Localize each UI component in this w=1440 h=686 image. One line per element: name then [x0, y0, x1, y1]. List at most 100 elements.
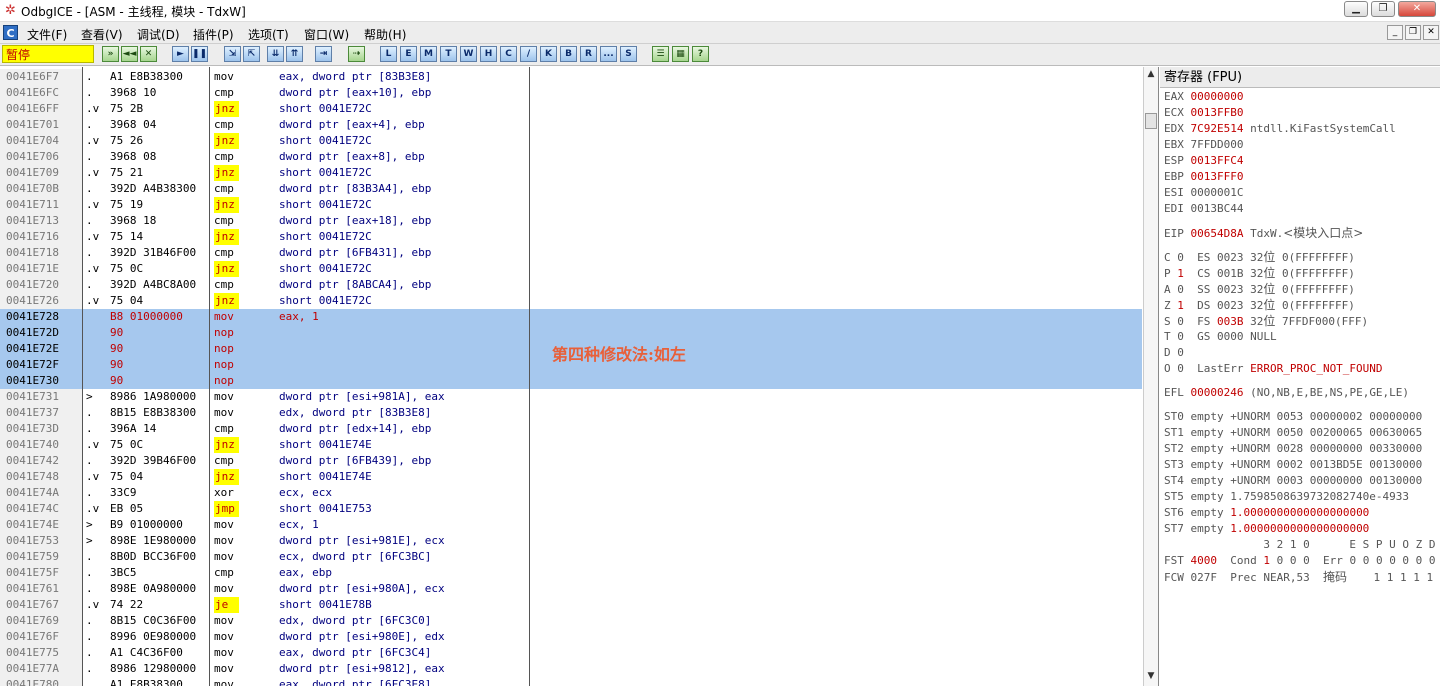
asm-row[interactable]: 0041E704 .v 75 26 jnz short 0041E72C	[0, 133, 1142, 149]
menu-options[interactable]: 选项(T)	[248, 26, 289, 43]
threads-window-button[interactable]: T	[440, 46, 457, 62]
scroll-down-arrow-icon[interactable]: ▼	[1144, 669, 1158, 683]
asm-operands: dword ptr [eax+18], ebp	[279, 214, 432, 227]
mdi-minimize-button[interactable]: _	[1387, 25, 1403, 40]
asm-mnemonic: mov	[214, 70, 234, 83]
asm-row[interactable]: 0041E730 90 nop	[0, 373, 1142, 389]
asm-row[interactable]: 0041E728 B8 01000000 mov eax, 1	[0, 309, 1142, 325]
mdi-close-button[interactable]: ✕	[1423, 25, 1439, 40]
asm-hex: A1 C4C36F00	[110, 646, 183, 659]
asm-row[interactable]: 0041E761. 898E 0A980000 mov dword ptr [esi+…	[0, 581, 1142, 597]
run-button[interactable]: ►	[172, 46, 189, 62]
asm-address: 0041E706	[0, 149, 82, 165]
handles-window-button[interactable]: H	[480, 46, 497, 62]
cpu-window-icon[interactable]: C	[3, 25, 18, 40]
modules-window-button[interactable]: E	[400, 46, 417, 62]
menu-help[interactable]: 帮助(H)	[364, 26, 406, 43]
asm-row[interactable]: 0041E716 .v 75 14 jnz short 0041E72C	[0, 229, 1142, 245]
asm-marker: .v	[86, 470, 100, 483]
asm-hex: 33C9	[110, 486, 137, 499]
cpu-window-button[interactable]: C	[500, 46, 517, 62]
restart-button[interactable]: ◄◄	[121, 46, 138, 62]
references-window-button[interactable]: R	[580, 46, 597, 62]
patches-window-button[interactable]: /	[520, 46, 537, 62]
asm-row[interactable]: 0041E713. 3968 18 cmp dword ptr [eax+18], e…	[0, 213, 1142, 229]
asm-row[interactable]: 0041E737. 8B15 E8B38300 mov edx, dword ptr …	[0, 405, 1142, 421]
asm-row[interactable]: 0041E76F. 8996 0E980000 mov dword ptr [esi+…	[0, 629, 1142, 645]
asm-mnemonic: mov	[214, 646, 234, 659]
callstack-window-button[interactable]: K	[540, 46, 557, 62]
asm-row[interactable]: 0041E73D. 396A 14 cmp dword ptr [edx+14], e…	[0, 421, 1142, 437]
asm-row[interactable]: 0041E70B. 392D A4B38300 cmp dword ptr [83B3…	[0, 181, 1142, 197]
registers-pane[interactable]: 寄存器 (FPU) EAX 00000000 ECX 0013FFB0 EDX 7C…	[1160, 67, 1440, 686]
asm-row[interactable]: 0041E71E .v 75 0C jnz short 0041E72C	[0, 261, 1142, 277]
disassembly-pane[interactable]: 0041E6F7. A1 E8B38300 mov eax, dword ptr [8…	[0, 67, 1159, 686]
scroll-thumb[interactable]	[1145, 113, 1157, 129]
asm-row[interactable]: 0041E74C .v EB 05 jmp short 0041E753	[0, 501, 1142, 517]
breakpoints-window-button[interactable]: B	[560, 46, 577, 62]
menu-plugins[interactable]: 插件(P)	[193, 26, 234, 43]
asm-row[interactable]: 0041E780. A1 E8B38300 mov eax, dword ptr [6…	[0, 677, 1142, 686]
close-button[interactable]: ✕	[1398, 1, 1436, 17]
asm-row[interactable]: 0041E731 >8986 1A980000 mov dword ptr [esi+…	[0, 389, 1142, 405]
step-over-button[interactable]: ⇱	[243, 46, 260, 62]
asm-marker: .v	[86, 502, 100, 515]
windows-window-button[interactable]: W	[460, 46, 477, 62]
scroll-up-arrow-icon[interactable]: ▲	[1144, 67, 1158, 81]
asm-row[interactable]: 0041E74E > B9 01000000 mov ecx, 1	[0, 517, 1142, 533]
run-trace-window-button[interactable]: ...	[600, 46, 617, 62]
asm-row[interactable]: 0041E753 >898E 1E980000 mov dword ptr [esi+…	[0, 533, 1142, 549]
asm-row[interactable]: 0041E775. A1 C4C36F00 mov eax, dword ptr [6…	[0, 645, 1142, 661]
asm-mnemonic: jnz	[214, 165, 239, 181]
disassembly-scrollbar[interactable]: ▲ ▼	[1143, 67, 1158, 686]
menu-view[interactable]: 查看(V)	[81, 26, 123, 43]
restore-button[interactable]: ❐	[1371, 1, 1395, 17]
register-line: ESI 0000001C	[1164, 186, 1244, 199]
trace-into-button[interactable]: ⇊	[267, 46, 284, 62]
menu-file[interactable]: 文件(F)	[27, 26, 67, 43]
asm-row[interactable]: 0041E77A. 8986 12980000 mov dword ptr [esi+…	[0, 661, 1142, 677]
asm-row[interactable]: 0041E74A. 33C9 xor ecx, ecx	[0, 485, 1142, 501]
memory-window-button[interactable]: M	[420, 46, 437, 62]
close-program-button[interactable]: ✕	[140, 46, 157, 62]
menu-debug[interactable]: 调试(D)	[137, 26, 180, 43]
asm-row[interactable]: 0041E6F7. A1 E8B38300 mov eax, dword ptr [8…	[0, 69, 1142, 85]
asm-row[interactable]: 0041E759. 8B0D BCC36F00 mov ecx, dword ptr …	[0, 549, 1142, 565]
step-into-button[interactable]: ⇲	[224, 46, 241, 62]
mdi-restore-button[interactable]: ❐	[1405, 25, 1421, 40]
asm-row[interactable]: 0041E75F. 3BC5 cmp eax, ebp	[0, 565, 1142, 581]
asm-marker: .	[86, 422, 93, 435]
asm-row[interactable]: 0041E706. 3968 08 cmp dword ptr [eax+8], eb…	[0, 149, 1142, 165]
register-line: S 0 FS 003B 32位 7FFDF000(FFF)	[1164, 314, 1369, 328]
asm-row[interactable]: 0041E6FC. 3968 10 cmp dword ptr [eax+10], e…	[0, 85, 1142, 101]
debug-options-button[interactable]: ☰	[652, 46, 669, 62]
asm-row[interactable]: 0041E720. 392D A4BC8A00 cmp dword ptr [8ABC…	[0, 277, 1142, 293]
help-button[interactable]: ?	[692, 46, 709, 62]
asm-row[interactable]: 0041E72D 90 nop	[0, 325, 1142, 341]
open-button[interactable]: »	[102, 46, 119, 62]
menu-window[interactable]: 窗口(W)	[304, 26, 349, 43]
asm-row[interactable]: 0041E726 .v 75 04 jnz short 0041E72C	[0, 293, 1142, 309]
asm-row[interactable]: 0041E709 .v 75 21 jnz short 0041E72C	[0, 165, 1142, 181]
asm-row[interactable]: 0041E742. 392D 39B46F00 cmp dword ptr [6FB4…	[0, 453, 1142, 469]
source-window-button[interactable]: S	[620, 46, 637, 62]
asm-address: 0041E780	[0, 677, 82, 686]
asm-row[interactable]: 0041E718. 392D 31B46F00 cmp dword ptr [6FB4…	[0, 245, 1142, 261]
goto-button[interactable]: ⇢	[348, 46, 365, 62]
asm-row[interactable]: 0041E748 .v 75 04 jnz short 0041E74E	[0, 469, 1142, 485]
asm-row[interactable]: 0041E701. 3968 04 cmp dword ptr [eax+4], eb…	[0, 117, 1142, 133]
asm-row[interactable]: 0041E711 .v 75 19 jnz short 0041E72C	[0, 197, 1142, 213]
pause-button[interactable]: ❚❚	[191, 46, 208, 62]
asm-row[interactable]: 0041E6FF .v 75 2B jnz short 0041E72C	[0, 101, 1142, 117]
appearance-button[interactable]: ▦	[672, 46, 689, 62]
execute-till-return-button[interactable]: ⇥	[315, 46, 332, 62]
minimize-button[interactable]: ▁	[1344, 1, 1368, 17]
asm-operands: dword ptr [6FB439], ebp	[279, 454, 432, 467]
register-line: EAX 00000000	[1164, 90, 1244, 103]
log-window-button[interactable]: L	[380, 46, 397, 62]
asm-address: 0041E761	[0, 581, 82, 597]
asm-row[interactable]: 0041E769. 8B15 C0C36F00 mov edx, dword ptr …	[0, 613, 1142, 629]
asm-row[interactable]: 0041E767 .v 74 22 je short 0041E78B	[0, 597, 1142, 613]
asm-row[interactable]: 0041E740 .v 75 0C jnz short 0041E74E	[0, 437, 1142, 453]
trace-over-button[interactable]: ⇈	[286, 46, 303, 62]
